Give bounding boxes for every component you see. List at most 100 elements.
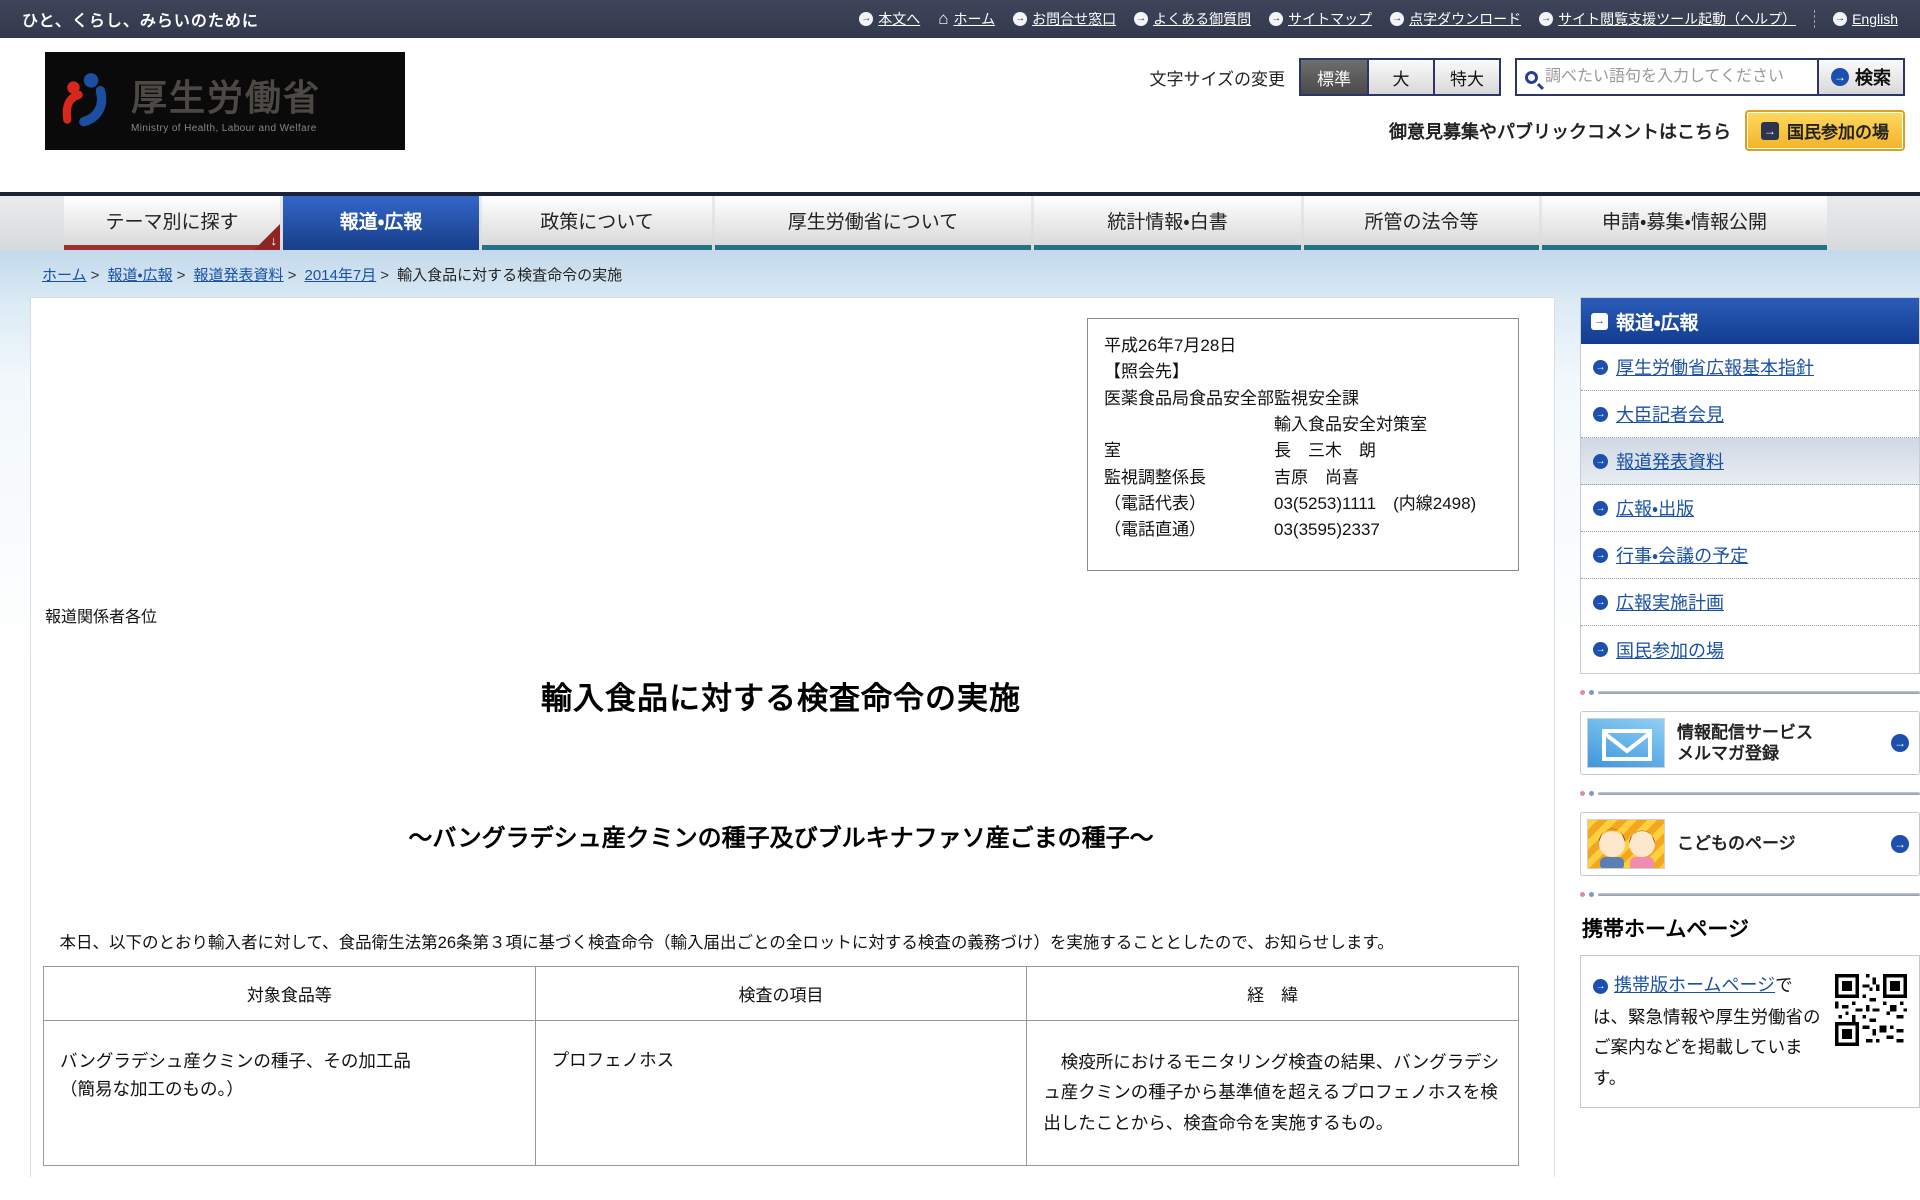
arrow-circle-icon: → (1269, 12, 1284, 26)
sidebar-item-pr-plan[interactable]: → 広報実施計画 (1581, 579, 1919, 626)
sidebar: → 報道・広報 → 厚生労働省広報基本指針 → 大臣記者会見 → 報道発表資料 → 広報… (1580, 297, 1920, 1109)
tab-themes[interactable]: テーマ別に探す ↓ (64, 196, 280, 250)
arrow-circle-icon: → (1593, 979, 1608, 994)
divider (1580, 690, 1920, 695)
arrow-circle-icon: → (859, 12, 874, 26)
link-braille-download[interactable]: → 点字ダウンロード (1390, 9, 1521, 29)
sidebar-item-events[interactable]: → 行事・会議の予定 (1581, 532, 1919, 579)
search-input[interactable] (1545, 68, 1809, 86)
arrow-circle-icon: → (1593, 359, 1608, 375)
tab-statistics[interactable]: 統計情報・白書 (1034, 196, 1301, 250)
contact-row: 監視調整係長 吉原 尚喜 (1104, 467, 1359, 487)
font-size-label: 文字サイズの変更 (1149, 69, 1286, 89)
divider (1580, 892, 1920, 897)
mailmag-banner[interactable]: 情報配信サービス メルマガ登録 → (1580, 711, 1920, 775)
body-paragraph: 本日、以下のとおり輸入者に対して、食品衛生法第26条第３項に基づく検査命令（輸入… (43, 933, 1394, 952)
inspection-table: 対象食品等 検査の項目 経 緯 バングラデシュ産クミンの種子、その加工品 （簡易… (43, 965, 1519, 1166)
font-size-standard-button[interactable]: 標準 (1301, 60, 1367, 94)
logo-subtitle: Ministry of Health, Labour and Welfare (131, 122, 317, 134)
search-input-wrap (1517, 60, 1817, 94)
separator (1814, 10, 1816, 28)
link-english[interactable]: → English (1833, 11, 1898, 27)
breadcrumb-press[interactable]: 報道・広報 (108, 267, 173, 284)
arrow-circle-icon: → (1891, 835, 1909, 853)
arrow-circle-icon: → (1831, 68, 1849, 86)
contact-row: 輸入食品安全対策室 (1274, 415, 1427, 435)
contact-row: （電話直通） 03(3595)2337 (1104, 520, 1380, 540)
divider (1580, 791, 1920, 796)
link-main-content[interactable]: → 本文へ (859, 9, 920, 29)
release-date: 平成26年7月28日 (1104, 336, 1237, 355)
content-zone: ホーム > 報道・広報 > 報道発表資料 > 2014年7月 > 輸入食品に対する検査命… (0, 250, 1920, 1200)
contact-row: （電話代表） 03(5253)1111 (内線2498) (1104, 494, 1477, 514)
arrow-circle-icon: → (1593, 547, 1608, 563)
public-comment-row: 御意見募集やパブリックコメントはこちら → 国民参加の場 (1389, 110, 1905, 151)
col-header-item: 検査の項目 (534, 965, 1028, 1021)
arrow-circle-icon: → (1134, 12, 1149, 26)
header-tools-row: 文字サイズの変更 標準 大 特大 → 検索 (1149, 58, 1905, 96)
tab-policy[interactable]: 政策について (482, 196, 712, 250)
banner-label: 情報配信サービス メルマガ登録 (1677, 722, 1813, 763)
link-sitemap[interactable]: → サイトマップ (1269, 9, 1372, 29)
sidebar-item-publications[interactable]: → 広報・出版 (1581, 485, 1919, 532)
main-navigation: テーマ別に探す ↓ 報道・広報 政策について 厚生労働省について 統計情報・白書… (0, 192, 1920, 250)
public-participation-button[interactable]: → 国民参加の場 (1745, 110, 1905, 151)
kids-icon (1587, 819, 1665, 869)
arrow-circle-icon: → (1390, 12, 1405, 26)
arrow-circle-icon: → (1833, 12, 1848, 26)
arrow-circle-icon: → (1593, 453, 1608, 469)
contact-row: 室長 三木 朗 (1104, 441, 1376, 461)
font-size-large-button[interactable]: 大 (1367, 60, 1433, 94)
font-size-xlarge-button[interactable]: 特大 (1433, 60, 1499, 94)
sidebar-item-pr-policy[interactable]: → 厚生労働省広報基本指針 (1581, 344, 1919, 391)
tab-about[interactable]: 厚生労働省について (715, 196, 1031, 250)
sidebar-item-press-releases[interactable]: → 報道発表資料 (1581, 438, 1919, 485)
cell-background: 検疫所におけるモニタリング検査の結果、バングラデシュ産クミンの種子から基準値を超… (1026, 1019, 1519, 1166)
arrow-circle-icon: → (1593, 406, 1608, 422)
site-tagline: ひと、くらし、みらいのために (22, 13, 259, 30)
arrow-circle-icon: → (1013, 12, 1028, 26)
utility-links: → 本文へ ⌂ ホーム → お問合せ窓口 → よくある御質問 → サイトマップ → 点字ダウ… (859, 9, 1898, 29)
page-subtitle: ～バングラデシュ産クミンの種子及びブルキナファソ産ごまの種子～ (408, 824, 1154, 852)
arrow-square-icon: → (1761, 121, 1779, 140)
table-header-row: 対象食品等 検査の項目 経 緯 (43, 965, 1519, 1021)
cell-food: バングラデシュ産クミンの種子、その加工品 （簡易な加工のもの。） (43, 1019, 536, 1166)
arrow-circle-icon: → (1891, 734, 1909, 752)
chevron-down-icon: ↓ (270, 233, 278, 248)
tab-press[interactable]: 報道・広報 (283, 196, 479, 250)
link-accessibility-tool[interactable]: → サイト閲覧支援ツール起動（ヘルプ） (1539, 9, 1796, 29)
mhlw-logo-mark-icon (62, 73, 107, 127)
arrow-square-icon: → (1591, 312, 1608, 330)
col-header-food: 対象食品等 (43, 965, 536, 1021)
sidebar-menu: → 報道・広報 → 厚生労働省広報基本指針 → 大臣記者会見 → 報道発表資料 → 広報… (1580, 297, 1920, 674)
breadcrumb-month[interactable]: 2014年7月 (305, 267, 377, 284)
home-icon: ⌂ (938, 9, 949, 28)
mobile-homepage-box: → 携帯版ホームページでは、緊急情報や厚生労働省のご案内などを掲載しています。 (1580, 955, 1920, 1109)
kids-page-banner[interactable]: こどものページ → (1580, 812, 1920, 876)
contact-heading: 【照会先】 (1104, 362, 1189, 382)
banner-label: こどものページ (1677, 834, 1796, 854)
search-button[interactable]: → 検索 (1817, 60, 1903, 94)
sidebar-item-minister-press[interactable]: → 大臣記者会見 (1581, 391, 1919, 438)
mobile-homepage-link[interactable]: 携帯版ホームページ (1614, 975, 1775, 995)
breadcrumb-current: 輸入食品に対する検査命令の実施 (397, 267, 623, 284)
link-faq[interactable]: → よくある御質問 (1134, 9, 1251, 29)
font-size-switcher: 標準 大 特大 (1299, 58, 1501, 96)
col-header-background: 経 緯 (1026, 965, 1519, 1021)
link-home[interactable]: ⌂ ホーム (938, 9, 995, 29)
table-row: バングラデシュ産クミンの種子、その加工品 （簡易な加工のもの。） プロフェノホス… (43, 1019, 1519, 1166)
site-header: 厚生労働省 Ministry of Health, Labour and Wel… (0, 38, 1920, 192)
main-panel: 平成26年7月28日 【照会先】 医薬食品局食品安全部監視安全課 輸入食品安全対… (30, 297, 1555, 1177)
breadcrumb-home[interactable]: ホーム (42, 267, 87, 284)
tab-laws[interactable]: 所管の法令等 (1304, 196, 1539, 250)
mhlw-logo[interactable]: 厚生労働省 Ministry of Health, Labour and Wel… (45, 52, 405, 150)
breadcrumb-press-releases[interactable]: 報道発表資料 (194, 267, 284, 284)
arrow-circle-icon: → (1539, 12, 1554, 26)
breadcrumb: ホーム > 報道・広報 > 報道発表資料 > 2014年7月 > 輸入食品に対する検査命… (42, 267, 623, 284)
search-icon (1525, 70, 1538, 84)
salutation: 報道関係者各位 (45, 608, 158, 626)
sidebar-item-participation[interactable]: → 国民参加の場 (1581, 626, 1919, 673)
tab-applications[interactable]: 申請・募集・情報公開 (1542, 196, 1827, 250)
page-title: 輸入食品に対する検査命令の実施 (541, 680, 1021, 716)
link-contact[interactable]: → お問合せ窓口 (1013, 9, 1116, 29)
